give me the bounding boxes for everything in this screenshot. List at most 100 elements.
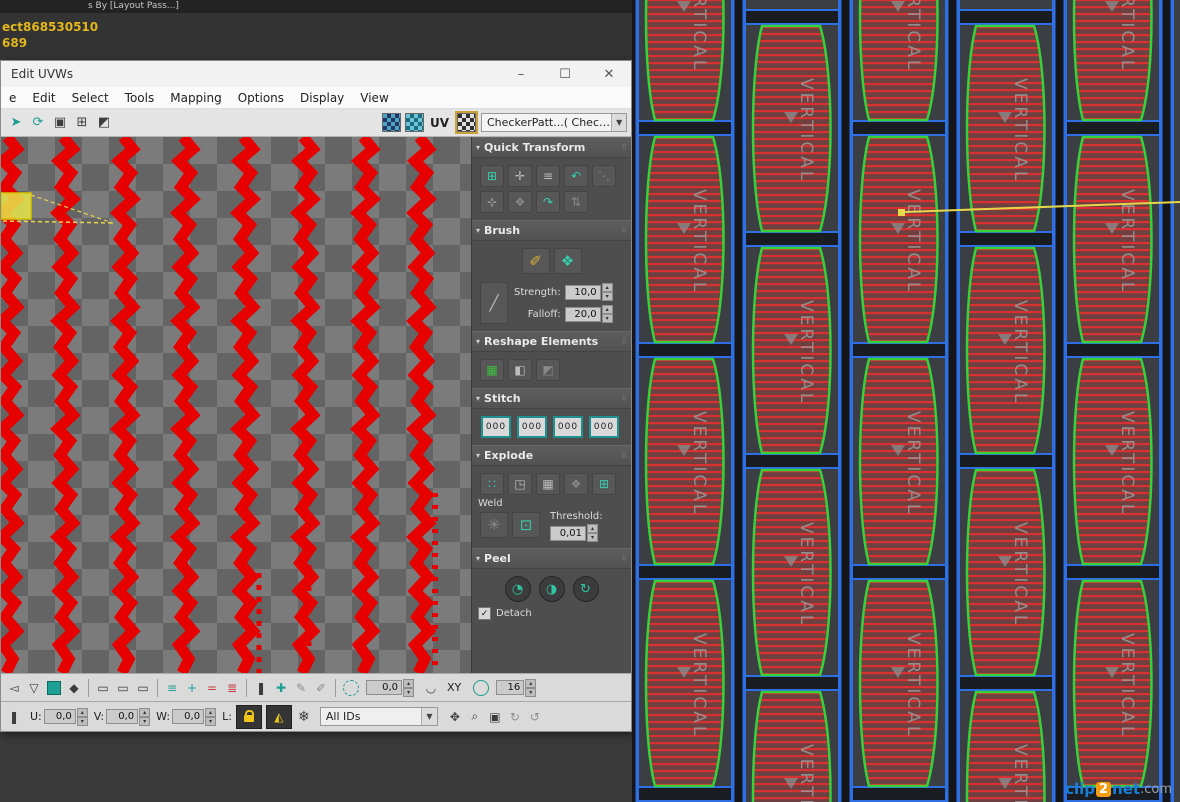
spin-up-icon[interactable]: ▴ [587,524,598,533]
minimize-button[interactable]: – [499,61,543,87]
falloff-value[interactable]: 20,0 [564,306,601,322]
face-mode-icon[interactable] [47,680,61,695]
spinner-arrows[interactable]: ▴ ▾ [205,707,217,726]
facade-panel[interactable] [644,579,725,788]
ring-sel-icon[interactable]: ≣ [223,678,241,698]
pencil-icon[interactable]: ✎ [292,678,310,698]
break-icon[interactable]: ∷ [480,473,504,495]
align-grid-icon[interactable]: ⊞ [480,165,504,187]
facade-panel[interactable] [751,468,832,677]
spin-up-icon[interactable]: ▴ [403,678,414,688]
spin-down-icon[interactable]: ▾ [205,716,217,726]
bar-icon[interactable]: ❚ [252,678,270,698]
grid-select-icon[interactable]: ⊞ [72,113,92,133]
rollout-arrow-icon[interactable]: ▾ [476,554,480,563]
marquee-icon[interactable]: ▣ [50,113,70,133]
spin-down-icon[interactable]: ▾ [76,716,88,726]
space-v-icon[interactable]: ⇅ [564,191,588,213]
facade-panel[interactable] [1072,135,1153,344]
menu-view[interactable]: View [352,91,396,105]
facade-panel[interactable] [858,357,939,566]
spin-up-icon[interactable]: ▴ [139,707,151,717]
spin-up-icon[interactable]: ▴ [601,305,613,314]
facade-panel[interactable] [965,24,1046,233]
rotate-angle-spinner[interactable]: 0,0 ▴ ▾ [366,678,414,697]
strength-value[interactable]: 10,0 [564,284,601,300]
explode-grid-icon[interactable]: ▦ [536,473,560,495]
uv-shell[interactable] [298,137,313,673]
explode-teal-icon[interactable]: ⊞ [592,473,616,495]
align-plus-icon[interactable]: ✛ [508,165,532,187]
v-spinner[interactable]: 0,0 ▴ ▾ [106,707,151,726]
titlebar[interactable]: Edit UVWs – ☐ ✕ [1,61,631,87]
stitch-target-icon[interactable]: 000 [589,416,619,438]
checker-toggle2-icon[interactable] [404,113,424,132]
plus-icon[interactable]: ✚ [272,678,290,698]
zoom-icon[interactable]: ⌕ [466,707,484,727]
spin-up-icon[interactable]: ▴ [205,707,217,717]
threshold-value[interactable]: 0,01 [550,525,586,541]
rotate-view-icon[interactable]: ↻ [506,707,524,727]
material-id-filter-dropdown[interactable]: All IDs ▼ [319,707,438,726]
spin-up-icon[interactable]: ▴ [525,678,537,688]
bar2-icon[interactable]: ❚ [5,707,23,727]
grow-loop-icon[interactable]: ≡ [163,678,181,698]
map-selector-dropdown[interactable]: CheckerPatt...( Checker ) ▼ [481,113,627,132]
rollout-reshape-elements[interactable]: ▾ Reshape Elements ⠿ [472,331,631,352]
distribute-icon[interactable]: ⋱ [592,165,616,187]
facade-panel[interactable] [1072,579,1153,788]
stitch-custom-icon[interactable]: 000 [481,416,511,438]
falloff-spinner[interactable]: 20,0 ▴ ▾ [564,305,613,323]
rotate-angle-value[interactable]: 0,0 [366,680,402,695]
move-icon[interactable]: ➤ [6,113,26,133]
rollout-arrow-icon[interactable]: ▾ [476,143,480,152]
pan-hand-icon[interactable]: ✥ [446,707,464,727]
freeform-icon[interactable]: ◩ [94,113,114,133]
facade-panel[interactable] [751,690,832,802]
space-lines-icon[interactable]: ≡ [536,165,560,187]
perspective-viewport[interactable]: VERTICAL [632,0,1180,802]
align-h-icon[interactable]: ⊹ [480,191,504,213]
facade-panel[interactable] [751,24,832,233]
relax-brush-icon[interactable]: ❖ [553,248,582,274]
rotate-cw-icon[interactable]: ↷ [536,191,560,213]
facade-panel[interactable] [1072,0,1153,122]
uv-shell[interactable] [414,137,429,673]
rotate-ccw-icon[interactable]: ↶ [564,165,588,187]
facade-panel[interactable] [965,246,1046,455]
shrink-sel-icon[interactable]: = [203,678,221,698]
stitch-source-icon[interactable]: 000 [517,416,547,438]
rollout-explode[interactable]: ▾ Explode ⠿ [472,445,631,466]
quick-peel-icon[interactable]: ◔ [504,576,531,602]
spinner-arrows[interactable]: ▴ ▾ [587,524,598,542]
w-spinner[interactable]: 0,0 ▴ ▾ [172,707,217,726]
menu-tools[interactable]: Tools [117,91,163,105]
rotate-icon[interactable]: ⟳ [28,113,48,133]
edge-mode-icon[interactable]: ▽ [25,678,43,698]
snap-grid-icon[interactable] [473,679,490,696]
select-box2-icon[interactable]: ▭ [114,678,132,698]
menu-edit[interactable]: Edit [24,91,63,105]
preview-toggle-button[interactable]: ◭ [265,704,292,729]
grid-size-spinner[interactable]: 16 ▴ ▾ [496,678,537,697]
w-value[interactable]: 0,0 [172,709,205,724]
chevron-down-icon[interactable]: ▼ [420,708,437,725]
maximize-button[interactable]: ☐ [543,61,587,87]
spin-up-icon[interactable]: ▴ [76,707,88,717]
spinner-arrows[interactable]: ▴ ▾ [601,305,613,323]
u-spinner[interactable]: 0,0 ▴ ▾ [43,707,88,726]
xy-plane-label[interactable]: XY [447,681,461,694]
grid-size-value[interactable]: 16 [496,680,525,695]
rollout-arrow-icon[interactable]: ▾ [476,451,480,460]
uv-shell[interactable] [358,137,373,673]
pen-icon[interactable]: ✐ [312,678,330,698]
menu-select[interactable]: Select [64,91,117,105]
spinner-arrows[interactable]: ▴ ▾ [403,678,414,697]
soft-selection-icon[interactable] [343,679,359,696]
facade-panel[interactable] [858,579,939,788]
facade-panel[interactable] [644,0,725,122]
uv-shell[interactable] [238,137,253,673]
weld-all-icon[interactable]: ⊡ [512,512,540,538]
straighten-icon[interactable]: ▦ [480,359,504,381]
menu-mapping[interactable]: Mapping [162,91,230,105]
